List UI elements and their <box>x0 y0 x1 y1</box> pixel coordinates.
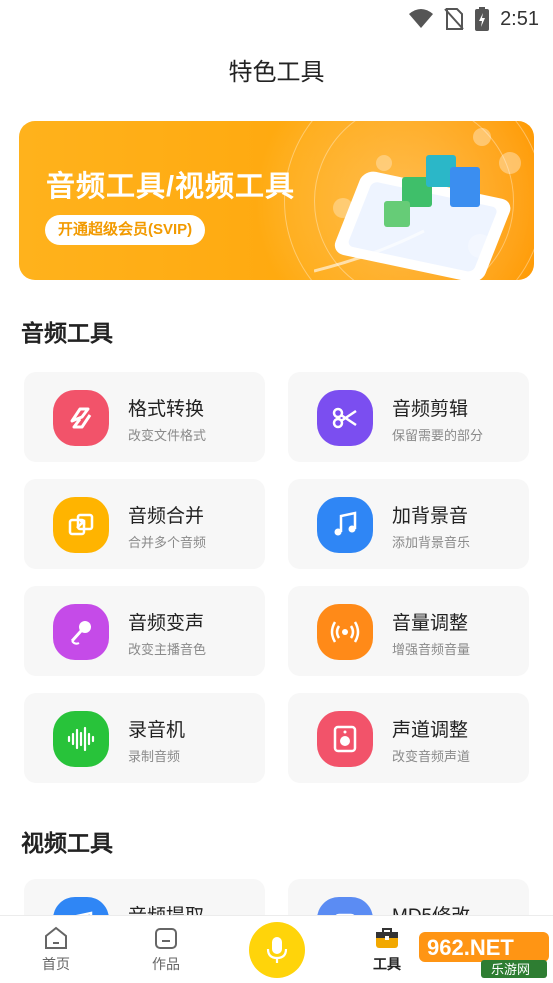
tool-name: 声道调整 <box>392 720 469 741</box>
status-time: 2:51 <box>500 7 539 30</box>
tool-name: 录音机 <box>128 720 186 741</box>
nav-label: 工具 <box>373 956 401 972</box>
nav-label: 作品 <box>152 956 180 972</box>
tool-card-voice-change[interactable]: 音频变声 改变主播音色 <box>24 586 265 676</box>
tool-desc: 合并多个音频 <box>128 535 207 550</box>
tool-desc: 添加背景音乐 <box>392 535 471 550</box>
volume-wave-icon <box>317 604 373 660</box>
watermark-text: 962.NET <box>427 935 514 960</box>
page-title: 特色工具 <box>228 59 325 86</box>
microphone-icon <box>53 604 109 660</box>
tool-desc: 录制音频 <box>128 749 181 764</box>
banner-illustration <box>314 128 521 280</box>
tool-desc: 保留需要的部分 <box>392 428 484 443</box>
svip-banner[interactable]: 音频工具/视频工具 开通超级会员(SVIP) <box>19 121 534 280</box>
nav-home[interactable]: 首页 <box>16 924 96 974</box>
watermark-logo: 962.NET 乐游网 <box>419 932 549 978</box>
tool-card-add-bgm[interactable]: 加背景音 添加背景音乐 <box>288 479 529 569</box>
status-icons: 2:51 <box>408 6 539 32</box>
speaker-icon <box>317 711 373 767</box>
microphone-icon <box>266 937 288 963</box>
video-section-title: 视频工具 <box>21 830 113 856</box>
tool-name: 音频变声 <box>128 613 205 634</box>
tool-desc: 改变主播音色 <box>128 642 207 657</box>
tool-name: 加背景音 <box>392 506 469 527</box>
toolbox-icon <box>376 928 398 948</box>
tool-name: 音量调整 <box>392 613 469 634</box>
nav-works[interactable]: 作品 <box>126 924 206 974</box>
tool-card-recorder[interactable]: 录音机 录制音频 <box>24 693 265 783</box>
tool-desc: 改变文件格式 <box>128 428 207 443</box>
tool-card-channel-adjust[interactable]: 声道调整 改变音频声道 <box>288 693 529 783</box>
banner-title: 音频工具/视频工具 <box>46 171 296 203</box>
tool-card-audio-merge[interactable]: 音频合并 合并多个音频 <box>24 479 265 569</box>
tool-desc: 增强音频音量 <box>392 642 471 657</box>
tool-card-audio-cut[interactable]: 音频剪辑 保留需要的部分 <box>288 372 529 462</box>
music-note-icon <box>317 497 373 553</box>
folder-icon <box>155 928 177 949</box>
scissors-icon <box>317 390 373 446</box>
tool-card-volume-adjust[interactable]: 音量调整 增强音频音量 <box>288 586 529 676</box>
audio-section-title: 音频工具 <box>21 320 113 346</box>
tool-card-format-convert[interactable]: 格式转换 改变文件格式 <box>24 372 265 462</box>
status-bar: 2:51 <box>0 0 553 38</box>
merge-icon <box>53 497 109 553</box>
home-icon <box>45 926 67 949</box>
waveform-icon <box>53 711 109 767</box>
no-sim-icon <box>444 8 464 30</box>
tool-name: 音频剪辑 <box>392 399 469 420</box>
svip-button[interactable]: 开通超级会员(SVIP) <box>45 215 206 245</box>
watermark-sub: 乐游网 <box>491 963 530 978</box>
format-convert-icon <box>53 390 109 446</box>
tool-desc: 改变音频声道 <box>392 749 471 764</box>
battery-charging-icon <box>475 7 490 31</box>
record-button[interactable] <box>249 922 305 978</box>
tool-name: 格式转换 <box>128 399 205 420</box>
nav-tools[interactable]: 工具 <box>347 924 427 974</box>
wifi-icon <box>409 9 434 28</box>
nav-label: 首页 <box>42 956 70 972</box>
tool-name: 音频合并 <box>128 506 205 527</box>
